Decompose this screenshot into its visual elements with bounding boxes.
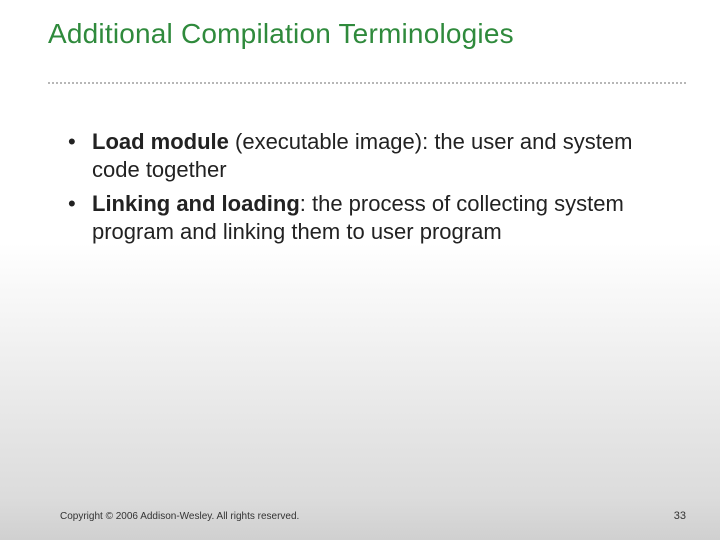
slide-body: Load module (executable image): the user… xyxy=(64,128,660,253)
slide: Additional Compilation Terminologies Loa… xyxy=(0,0,720,540)
page-number: 33 xyxy=(674,510,686,522)
bullet-term: Linking and loading xyxy=(92,191,300,216)
bullet-term: Load module xyxy=(92,129,229,154)
title-divider xyxy=(48,82,686,84)
slide-title: Additional Compilation Terminologies xyxy=(48,18,680,50)
slide-footer: Copyright © 2006 Addison-Wesley. All rig… xyxy=(60,510,686,522)
bullet-item: Load module (executable image): the user… xyxy=(64,128,660,184)
bullet-item: Linking and loading: the process of coll… xyxy=(64,190,660,246)
copyright-text: Copyright © 2006 Addison-Wesley. All rig… xyxy=(60,511,299,522)
